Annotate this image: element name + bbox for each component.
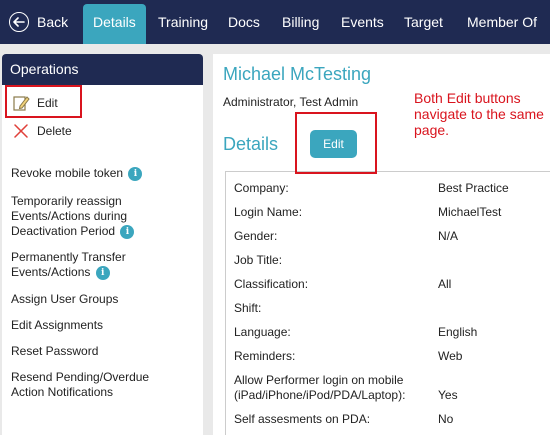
- detail-value: No: [438, 412, 454, 426]
- tab-events[interactable]: Events: [341, 0, 384, 44]
- details-section-title: Details: [223, 134, 279, 154]
- tab-docs[interactable]: Docs: [228, 0, 260, 44]
- detail-label: Reminders:: [234, 349, 296, 363]
- detail-value: Yes: [438, 388, 458, 402]
- detail-value: Web: [438, 349, 463, 363]
- tab-details[interactable]: Details: [83, 4, 146, 44]
- detail-value: N/A: [438, 229, 459, 243]
- delete-x-icon: [12, 122, 30, 140]
- info-icon[interactable]: i: [95, 265, 110, 280]
- back-arrow-icon: [9, 12, 29, 32]
- revoke-mobile-token-link[interactable]: Revoke mobile token i: [11, 166, 196, 181]
- user-name-heading: Michael McTesting: [223, 64, 372, 84]
- info-icon[interactable]: i: [128, 166, 143, 181]
- edit-assignments-link[interactable]: Edit Assignments: [11, 318, 103, 333]
- detail-value: English: [438, 325, 478, 339]
- detail-label: Company:: [234, 181, 289, 195]
- temporarily-reassign-label: Temporarily reassign Events/Actions duri…: [11, 194, 128, 238]
- operations-title: Operations: [2, 54, 203, 85]
- detail-label: Self assesments on PDA:: [234, 412, 371, 426]
- back-label: Back: [37, 14, 69, 30]
- tab-billing[interactable]: Billing: [282, 0, 319, 44]
- tab-member-of[interactable]: Member Of: [467, 0, 537, 44]
- resend-notifications-link[interactable]: Resend Pending/Overdue Action Notificati…: [11, 370, 171, 400]
- detail-label: Shift:: [234, 301, 262, 315]
- revoke-mobile-token-label: Revoke mobile token: [11, 166, 124, 180]
- detail-label: Gender:: [234, 229, 278, 243]
- back-button[interactable]: Back: [0, 0, 76, 44]
- assign-user-groups-link[interactable]: Assign User Groups: [11, 292, 118, 307]
- delete-operation-link[interactable]: Delete: [37, 124, 72, 139]
- detail-label: Job Title:: [234, 253, 283, 267]
- detail-value: MichaelTest: [438, 205, 502, 219]
- detail-label: Classification:: [234, 277, 309, 291]
- tab-training[interactable]: Training: [158, 0, 208, 44]
- top-nav-bar: Back Details Training Docs Billing Event…: [0, 0, 550, 44]
- annotation-note: Both Edit buttons navigate to the same p…: [414, 90, 544, 138]
- detail-label: Login Name:: [234, 205, 303, 219]
- annotation-highlight-box: [295, 112, 377, 174]
- detail-label: Allow Performer login on mobile (iPad/iP…: [234, 373, 406, 402]
- reset-password-link[interactable]: Reset Password: [11, 344, 98, 359]
- detail-value: Best Practice: [438, 181, 509, 195]
- details-table: Company: Best Practice Login Name: Micha…: [225, 171, 550, 435]
- tab-target[interactable]: Target: [404, 0, 443, 44]
- annotation-highlight-box: [5, 85, 82, 118]
- detail-label: Language:: [234, 325, 291, 339]
- detail-value: All: [438, 277, 452, 291]
- user-role: Administrator, Test Admin: [223, 95, 359, 109]
- permanently-transfer-link[interactable]: Permanently Transfer Events/Actions i: [11, 250, 141, 280]
- info-icon[interactable]: i: [120, 224, 135, 239]
- temporarily-reassign-link[interactable]: Temporarily reassign Events/Actions duri…: [11, 194, 151, 239]
